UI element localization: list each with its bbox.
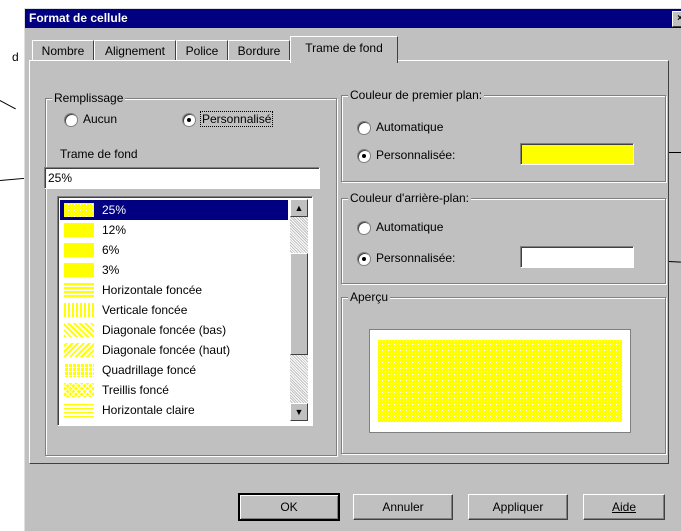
list-item[interactable]: 6% bbox=[60, 240, 288, 260]
stray-text: d bbox=[12, 50, 19, 64]
apply-label: Appliquer bbox=[492, 500, 544, 514]
pattern-trellis-dark-icon bbox=[64, 383, 94, 397]
title-bar: Format de cellule × bbox=[25, 9, 681, 28]
help-button[interactable]: Aide bbox=[583, 494, 665, 520]
pattern-input[interactable]: 25% bbox=[44, 167, 320, 189]
tab-alignement[interactable]: Alignement bbox=[94, 40, 176, 61]
list-item[interactable]: Treillis foncé bbox=[60, 380, 288, 400]
list-item[interactable]: Horizontale foncée bbox=[60, 280, 288, 300]
background-custom-radio[interactable] bbox=[357, 252, 371, 266]
background-color-swatch[interactable] bbox=[520, 246, 634, 268]
pattern-diagonal-up-icon bbox=[64, 343, 94, 357]
scroll-down-button[interactable]: ▼ bbox=[290, 403, 308, 421]
scrollbar-thumb[interactable] bbox=[290, 253, 308, 355]
tab-panel: Remplissage Aucun Personnalisé Trame de … bbox=[29, 60, 669, 464]
help-label: Aide bbox=[611, 500, 637, 514]
foreground-custom-radio[interactable] bbox=[357, 149, 371, 163]
background-group: Couleur d'arrière-plan: bbox=[341, 191, 666, 284]
foreground-legend: Couleur de premier plan: bbox=[348, 88, 485, 102]
fill-none-label[interactable]: Aucun bbox=[83, 112, 117, 126]
pattern-horizontal-light-icon bbox=[64, 403, 94, 417]
list-item[interactable]: 12% bbox=[60, 220, 288, 240]
pattern-25-icon bbox=[64, 203, 94, 217]
fill-custom-label[interactable]: Personnalisé bbox=[200, 111, 274, 127]
list-item[interactable]: Quadrillage foncé bbox=[60, 360, 288, 380]
foreground-group: Couleur de premier plan: bbox=[341, 88, 666, 182]
tab-nombre[interactable]: Nombre bbox=[32, 40, 94, 61]
preview-pattern bbox=[378, 340, 622, 422]
tab-trame-de-fond[interactable]: Trame de fond bbox=[290, 36, 398, 63]
pattern-diagonal-down-icon bbox=[64, 323, 94, 337]
foreground-auto-label[interactable]: Automatique bbox=[376, 120, 443, 134]
list-item[interactable]: 3% bbox=[60, 260, 288, 280]
cancel-button[interactable]: Annuler bbox=[353, 494, 453, 520]
list-item[interactable]: Diagonale foncée (haut) bbox=[60, 340, 288, 360]
pattern-label: Trame de fond bbox=[60, 147, 138, 161]
tab-bordure[interactable]: Bordure bbox=[228, 40, 290, 61]
background-auto-label[interactable]: Automatique bbox=[376, 220, 443, 234]
foreground-color-swatch[interactable] bbox=[520, 143, 634, 165]
background-legend: Couleur d'arrière-plan: bbox=[348, 191, 472, 205]
pattern-12-icon bbox=[64, 223, 94, 237]
pattern-grid-dark-icon bbox=[64, 363, 94, 377]
preview-legend: Aperçu bbox=[348, 290, 391, 304]
pattern-6-icon bbox=[64, 243, 94, 257]
pattern-vertical-dark-icon bbox=[64, 303, 94, 317]
pattern-horizontal-dark-icon bbox=[64, 283, 94, 297]
list-item[interactable]: Horizontale claire bbox=[60, 400, 288, 420]
foreground-auto-radio[interactable] bbox=[357, 121, 371, 135]
list-item[interactable]: 25% bbox=[60, 200, 288, 220]
pattern-list-scrollbar[interactable]: ▲ ▼ bbox=[290, 199, 308, 421]
dialog-title: Format de cellule bbox=[29, 11, 128, 25]
tab-police[interactable]: Police bbox=[176, 40, 228, 61]
scroll-up-button[interactable]: ▲ bbox=[290, 199, 308, 217]
callout-line-none bbox=[0, 100, 16, 110]
pattern-list[interactable]: 25% 12% 6% 3% Horizontale foncée Vertica… bbox=[57, 196, 313, 426]
background-auto-radio[interactable] bbox=[357, 221, 371, 235]
fill-legend: Remplissage bbox=[52, 91, 126, 105]
list-item[interactable]: Diagonale foncée (bas) bbox=[60, 320, 288, 340]
list-item[interactable]: Verticale foncée bbox=[60, 300, 288, 320]
apply-button[interactable]: Appliquer bbox=[468, 494, 568, 520]
pattern-input-value: 25% bbox=[48, 171, 73, 185]
fill-none-radio[interactable] bbox=[64, 113, 78, 127]
foreground-custom-label[interactable]: Personnalisée: bbox=[376, 148, 455, 162]
background-custom-label[interactable]: Personnalisée: bbox=[376, 251, 455, 265]
pattern-3-icon bbox=[64, 263, 94, 277]
ok-button[interactable]: OK bbox=[238, 493, 340, 521]
fill-custom-radio[interactable] bbox=[182, 113, 196, 127]
preview-box bbox=[369, 329, 631, 433]
close-button[interactable]: × bbox=[672, 11, 681, 27]
